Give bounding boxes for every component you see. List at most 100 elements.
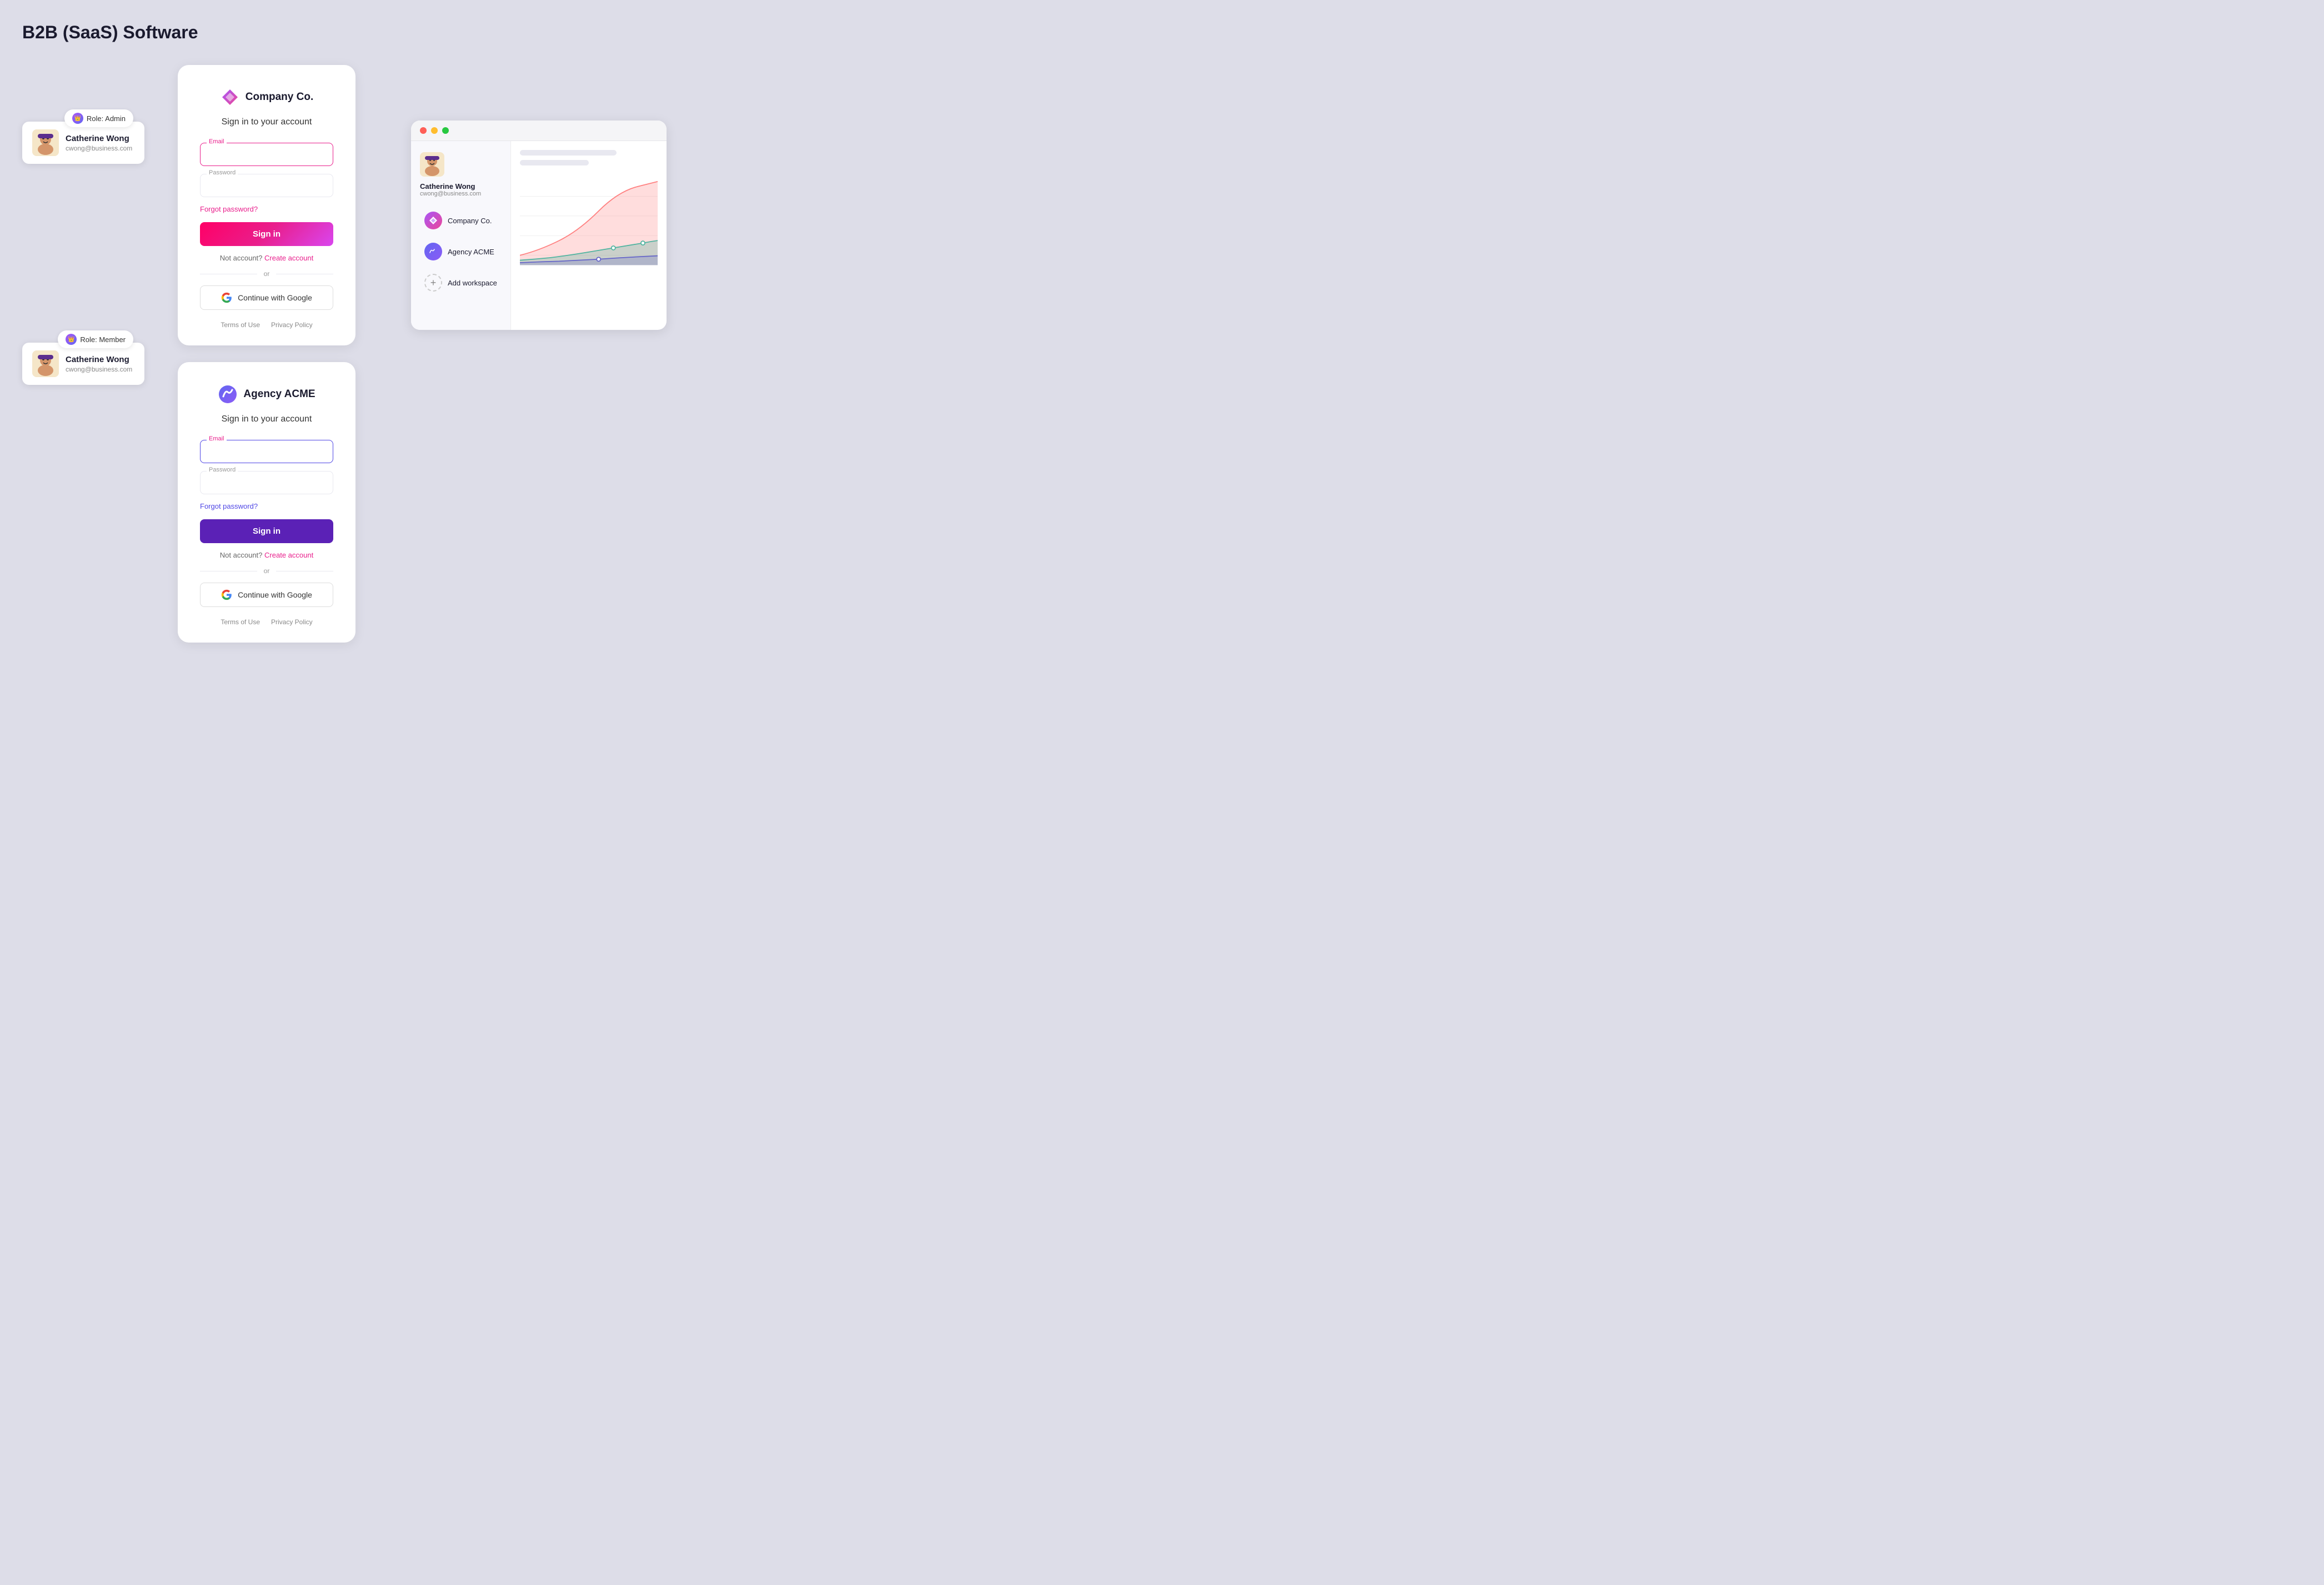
- sign-in-button-1[interactable]: Sign in: [200, 222, 333, 246]
- email-input-1[interactable]: [200, 143, 333, 166]
- email-field-group-2: Email: [200, 440, 333, 463]
- email-label-2: Email: [207, 435, 227, 442]
- password-field-group-1: Password: [200, 174, 333, 197]
- card-header-company: Company Co. Sign in to your account: [200, 87, 333, 127]
- password-input-1[interactable]: [200, 174, 333, 197]
- user-name-admin: Catherine Wong: [66, 134, 132, 143]
- workspace-list: Company Co. Agency ACME +: [420, 206, 502, 297]
- divider-2: or: [200, 567, 333, 575]
- no-account-text-2: Not account? Create account: [200, 551, 333, 559]
- add-workspace-icon: +: [424, 274, 442, 292]
- create-account-link-2[interactable]: Create account: [264, 551, 313, 559]
- panel-avatar: [420, 152, 444, 177]
- terms-link-2[interactable]: Terms of Use: [221, 618, 260, 626]
- workspace-company-icon: [428, 215, 438, 225]
- header-bar-narrow: [520, 160, 589, 165]
- user-email-member: cwong@business.com: [66, 365, 132, 373]
- main-layout: 👑 Role: Admin Catherine Won: [22, 65, 2302, 643]
- user-name-member: Catherine Wong: [66, 355, 132, 364]
- google-btn-label-2: Continue with Google: [238, 590, 312, 599]
- divider-1: or: [200, 270, 333, 278]
- workspace-agency-icon: [428, 247, 438, 257]
- header-bar-wide: [520, 150, 617, 156]
- email-input-2[interactable]: [200, 440, 333, 463]
- email-label-1: Email: [207, 138, 227, 145]
- avatar-admin: [32, 129, 59, 156]
- card-header-agency: Agency ACME Sign in to your account: [200, 384, 333, 424]
- agency-logo-icon: [218, 384, 238, 404]
- browser-chrome: [411, 121, 667, 141]
- user-card-wrapper-admin: 👑 Role: Admin Catherine Won: [22, 109, 144, 164]
- login-card-agency: Agency ACME Sign in to your account Emai…: [178, 362, 355, 643]
- password-label-1: Password: [207, 169, 238, 176]
- forgot-password-link-1[interactable]: Forgot password?: [200, 205, 333, 213]
- role-icon-member: 👑: [66, 334, 77, 345]
- panel-user-name: Catherine Wong: [420, 182, 502, 190]
- google-btn-2[interactable]: Continue with Google: [200, 583, 333, 607]
- sign-in-button-2[interactable]: Sign in: [200, 519, 333, 543]
- role-icon-admin: 👑: [72, 113, 83, 124]
- workspace-name-company: Company Co.: [448, 217, 492, 225]
- panel-content: Catherine Wong cwong@business.com Compan…: [411, 141, 667, 330]
- role-label-admin: Role: Admin: [87, 114, 126, 123]
- avatar-face-admin: [32, 129, 59, 156]
- workspace-logo-agency: [424, 243, 442, 260]
- company-logo-icon: [220, 87, 240, 107]
- workspace-logo-company: [424, 212, 442, 229]
- password-label-2: Password: [207, 467, 238, 473]
- user-info-admin: Catherine Wong cwong@business.com: [66, 134, 132, 152]
- user-sidebar: Catherine Wong cwong@business.com Compan…: [411, 141, 511, 330]
- sign-in-label-2: Sign in to your account: [222, 414, 312, 424]
- dot-green: [442, 127, 449, 134]
- privacy-link-1[interactable]: Privacy Policy: [271, 321, 313, 329]
- workspace-name-agency: Agency ACME: [448, 248, 494, 256]
- card-logo-company: Company Co.: [220, 87, 313, 107]
- card-logo-agency: Agency ACME: [218, 384, 315, 404]
- create-account-link-1[interactable]: Create account: [264, 254, 313, 262]
- agency-name-label: Agency ACME: [243, 388, 315, 400]
- user-info-member: Catherine Wong cwong@business.com: [66, 355, 132, 373]
- user-email-admin: cwong@business.com: [66, 144, 132, 152]
- card-footer-1: Terms of Use Privacy Policy: [200, 321, 333, 329]
- user-card-wrapper-member: 👑 Role: Member Catherine Wo: [22, 330, 144, 385]
- role-badge-member: 👑 Role: Member: [58, 330, 133, 348]
- user-card-admin: Catherine Wong cwong@business.com: [22, 122, 144, 164]
- workspace-item-company[interactable]: Company Co.: [420, 206, 502, 235]
- workspace-item-agency[interactable]: Agency ACME: [420, 237, 502, 266]
- role-badge-admin: 👑 Role: Admin: [64, 109, 133, 127]
- privacy-link-2[interactable]: Privacy Policy: [271, 618, 313, 626]
- company-name-label: Company Co.: [246, 91, 313, 103]
- google-icon-2: [221, 589, 232, 600]
- dot-red: [420, 127, 427, 134]
- google-icon-1: [221, 292, 232, 303]
- panel-user-email: cwong@business.com: [420, 190, 502, 197]
- no-account-text-1: Not account? Create account: [200, 254, 333, 262]
- email-field-group-1: Email: [200, 143, 333, 166]
- forms-column: Company Co. Sign in to your account Emai…: [178, 65, 355, 643]
- google-btn-label-1: Continue with Google: [238, 293, 312, 302]
- chart-header-bars: [520, 150, 658, 165]
- password-field-group-2: Password: [200, 471, 333, 494]
- add-workspace-label: Add workspace: [448, 279, 497, 287]
- avatar-face-member: [32, 350, 59, 377]
- or-text-1: or: [264, 270, 270, 278]
- or-text-2: or: [264, 567, 270, 575]
- sign-in-label-1: Sign in to your account: [222, 117, 312, 127]
- avatar-member: [32, 350, 59, 377]
- chart-area: [511, 141, 667, 330]
- login-card-company: Company Co. Sign in to your account Emai…: [178, 65, 355, 345]
- terms-link-1[interactable]: Terms of Use: [221, 321, 260, 329]
- dot-yellow: [431, 127, 438, 134]
- role-label-member: Role: Member: [80, 335, 126, 344]
- area-chart: [520, 177, 658, 275]
- google-btn-1[interactable]: Continue with Google: [200, 285, 333, 310]
- add-workspace-item[interactable]: + Add workspace: [420, 268, 502, 297]
- user-card-member: Catherine Wong cwong@business.com: [22, 343, 144, 385]
- workspace-panel: Catherine Wong cwong@business.com Compan…: [411, 121, 667, 330]
- forgot-password-link-2[interactable]: Forgot password?: [200, 502, 333, 510]
- card-footer-2: Terms of Use Privacy Policy: [200, 618, 333, 626]
- page-title: B2B (SaaS) Software: [22, 22, 2302, 43]
- panel-avatar-icon: [420, 152, 444, 177]
- password-input-2[interactable]: [200, 471, 333, 494]
- user-cards-column: 👑 Role: Admin Catherine Won: [22, 65, 144, 385]
